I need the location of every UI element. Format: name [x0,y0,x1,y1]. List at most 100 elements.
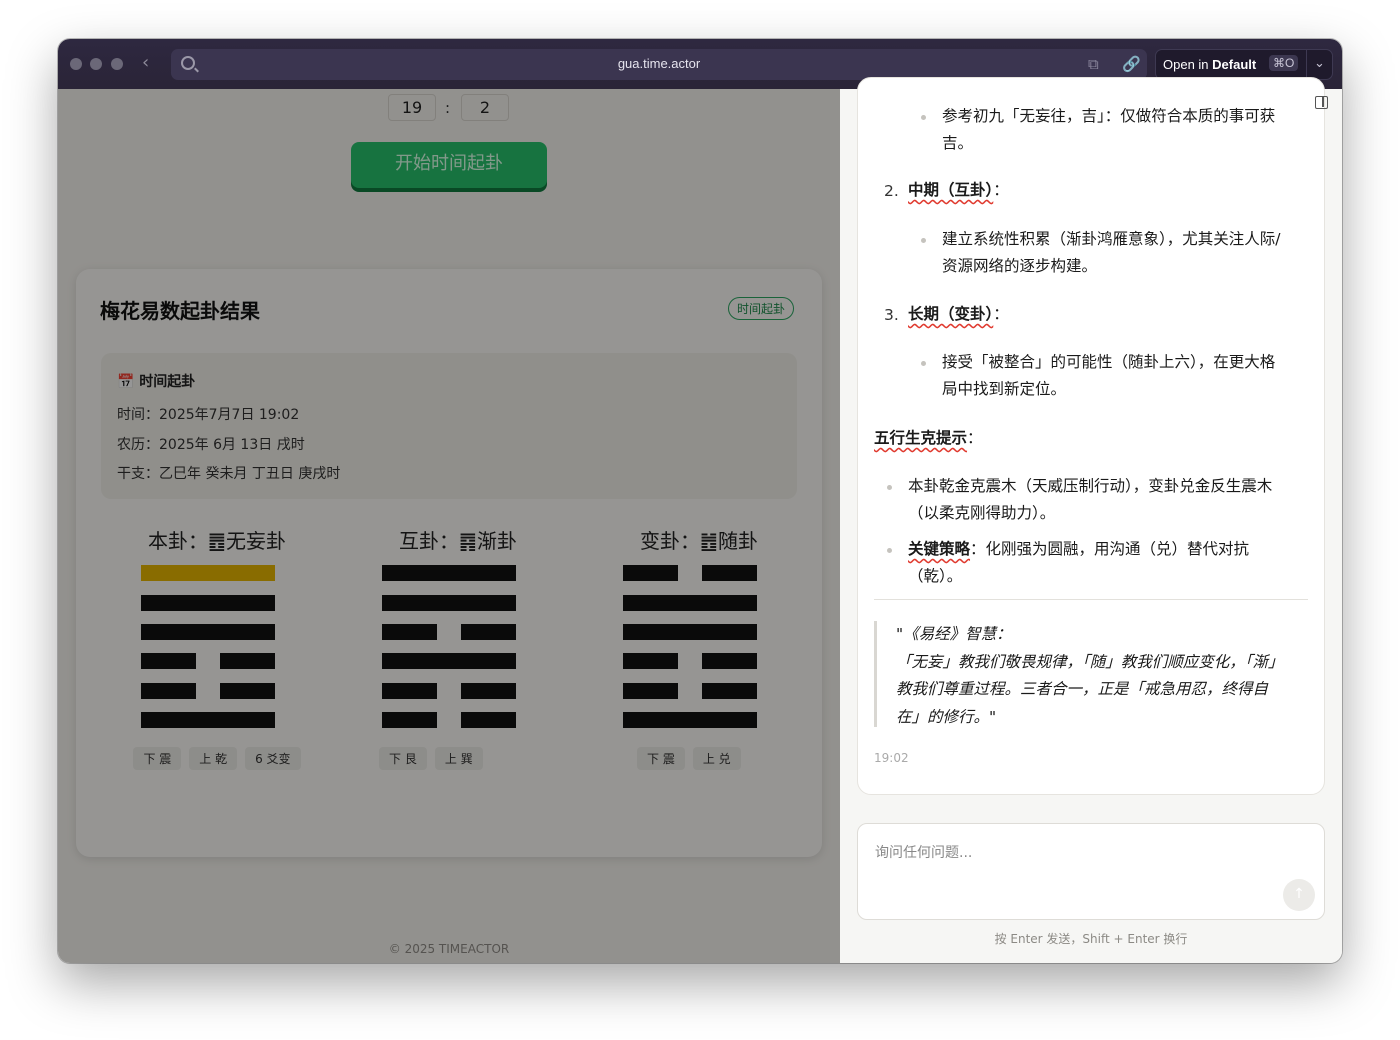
yin-line-left [623,653,678,669]
primary-hexagram-chips: 下 震 上 乾 6 爻变 [117,747,317,770]
yin-line-right [702,565,757,581]
shortcut-badge: ⌘O [1269,55,1299,71]
result-card: 梅花易数起卦结果 时间起卦 📅 时间起卦 时间：2025年7月7日 19:02 … [76,269,822,857]
lower-trigram-chip: 下 艮 [379,747,427,770]
open-target-label: Default [1212,57,1257,72]
yin-line-left [623,565,678,581]
start-divination-button[interactable]: 开始时间起卦 [351,142,547,188]
card-title: 梅花易数起卦结果 [100,299,260,323]
yang-line [141,712,275,728]
changed-hexagram-chips: 下 震 上 兑 [599,747,799,770]
time-info-box: 📅 时间起卦 时间：2025年7月7日 19:02 农历：2025年 6月 13… [101,353,797,499]
back-icon[interactable]: ‹ [142,52,149,73]
message-text: 长期（变卦）： [908,301,1009,328]
bullet-dot [921,238,926,243]
yang-line [382,565,516,581]
quote-line: 在」的修行。" [896,707,997,726]
message-text: 五行生克提示： [874,425,983,452]
upper-trigram-chip: 上 兑 [692,747,741,770]
list-number: 2. [884,182,899,200]
blockquote: "《易经》智慧： 「无妄」教我们敬畏规律，「随」教我们顺应变化，「渐」 教我们尊… [896,621,1316,731]
strategy-text: ：化刚强为圆融，用沟通（兑）替代对抗 [970,540,1250,558]
open-in-default-button[interactable]: Open in Default ⌘O ⌄ [1155,49,1333,80]
message-text: （以柔克刚得助力）。 [908,504,1056,522]
bullet-dot [887,548,892,553]
info-lunar: 农历：2025年 6月 13日 戌时 [117,437,305,453]
close-window-button[interactable] [70,58,82,70]
message-text: 关键策略：化刚强为圆融，用沟通（兑）替代对抗 [908,536,1249,563]
chevron-down-icon[interactable]: ⌄ [1314,55,1325,71]
info-title: 📅 时间起卦 [117,374,196,390]
upper-trigram-chip: 上 巽 [434,747,483,770]
browser-window: ‹ gua.time.actor ⧉ 🔗 Open in Default ⌘O … [58,39,1342,963]
yang-line [623,595,757,611]
address-bar[interactable]: gua.time.actor ⧉ 🔗 [171,49,1147,80]
divination-pane: 19 : 2 开始时间起卦 梅花易数起卦结果 时间起卦 📅 时间起卦 时间：20… [58,89,840,963]
chat-pane: 参考初九「无妄往，吉」：仅做符合本质的事可获 吉。 2. 中期（互卦）： 建立系… [840,77,1342,963]
yin-line-left [382,624,437,640]
yang-line [141,595,275,611]
arrow-up-icon: ↑ [1293,886,1305,902]
colon-text: ： [993,181,1009,199]
changing-line-chip: 6 爻变 [245,747,301,770]
changed-hexagram-name: 变卦：䷐随卦 [640,529,758,553]
upper-trigram-chip: 上 乾 [189,747,238,770]
message-text: 局中找到新定位。 [942,380,1067,398]
message-text: 建立系统性积累（渐卦鸿雁意象），尤其关注人际/ [942,230,1281,248]
url-text: gua.time.actor [617,56,701,71]
assistant-message: 参考初九「无妄往，吉」：仅做符合本质的事可获 吉。 2. 中期（互卦）： 建立系… [857,77,1328,795]
send-button[interactable]: ↑ [1283,879,1315,911]
button-divider [1306,50,1307,79]
footer-copyright: © 2025 TIMEACTOR [388,942,510,956]
yin-line-left [623,683,678,699]
info-ganzhi: 干支：乙巳年 癸未月 丁丑日 庚戌时 [117,466,341,482]
method-badge: 时间起卦 [728,297,795,320]
yin-line-right [702,683,757,699]
yang-line [623,624,757,640]
divider [874,599,1308,600]
bullet-dot [887,485,892,490]
message-text: 参考初九「无妄往，吉」：仅做符合本质的事可获 [942,107,1276,125]
yang-line [141,624,275,640]
heading-long-term: 长期（变卦） [908,305,994,323]
quote-line: 教我们尊重过程。三者合一，正是「戒急用忍，终得自 [896,680,1269,698]
moving-line [141,565,275,581]
bullet-dot [921,361,926,366]
mutual-hexagram-name: 互卦：䷴渐卦 [399,529,517,553]
lower-trigram-chip: 下 震 [133,747,182,770]
yang-line [382,595,516,611]
hour-input[interactable]: 19 [388,94,436,121]
primary-hexagram-name: 本卦：䷘无妄卦 [148,529,286,553]
open-in-label: Open in [1163,57,1209,72]
message-text: （乾）。 [908,567,963,585]
yang-line [382,653,516,669]
yin-line-right [461,683,516,699]
yin-line-left [141,653,196,669]
list-number: 3. [884,306,899,324]
zoom-window-button[interactable] [111,58,123,70]
yin-line-right [220,653,275,669]
lower-trigram-chip: 下 震 [637,747,685,770]
chat-input[interactable]: 询问任何问题... ↑ [857,823,1325,920]
yin-line-left [141,683,196,699]
yin-line-right [702,653,757,669]
sidebar-toggle-icon[interactable] [1315,96,1328,109]
info-time: 时间：2025年7月7日 19:02 [117,407,300,423]
message-text: 吉。 [942,134,974,152]
mutual-hexagram-chips: 下 艮 上 巽 [358,747,558,770]
heading-mid-term: 中期（互卦） [908,181,994,199]
message-text: 资源网络的逐步构建。 [942,257,1098,275]
yang-line [623,712,757,728]
primary-hexagram: 本卦：䷘无妄卦 下 震 上 乾 6 爻变 [117,525,317,770]
yin-line-right [461,624,516,640]
heading-key-strategy: 关键策略 [908,540,971,558]
mutual-hexagram: 互卦：䷴渐卦 下 艮 上 巽 [358,525,558,770]
minute-input[interactable]: 2 [461,94,509,121]
keyboard-hint: 按 Enter 发送，Shift + Enter 换行 [994,932,1188,946]
minimize-window-button[interactable] [90,58,102,70]
extension-icon[interactable]: ⧉ [1088,55,1099,73]
yin-line-left [382,683,437,699]
link-icon[interactable]: 🔗 [1122,55,1141,73]
time-colon: : [445,99,451,117]
quote-line: 「无妄」教我们敬畏规律，「随」教我们顺应变化，「渐」 [896,652,1284,671]
